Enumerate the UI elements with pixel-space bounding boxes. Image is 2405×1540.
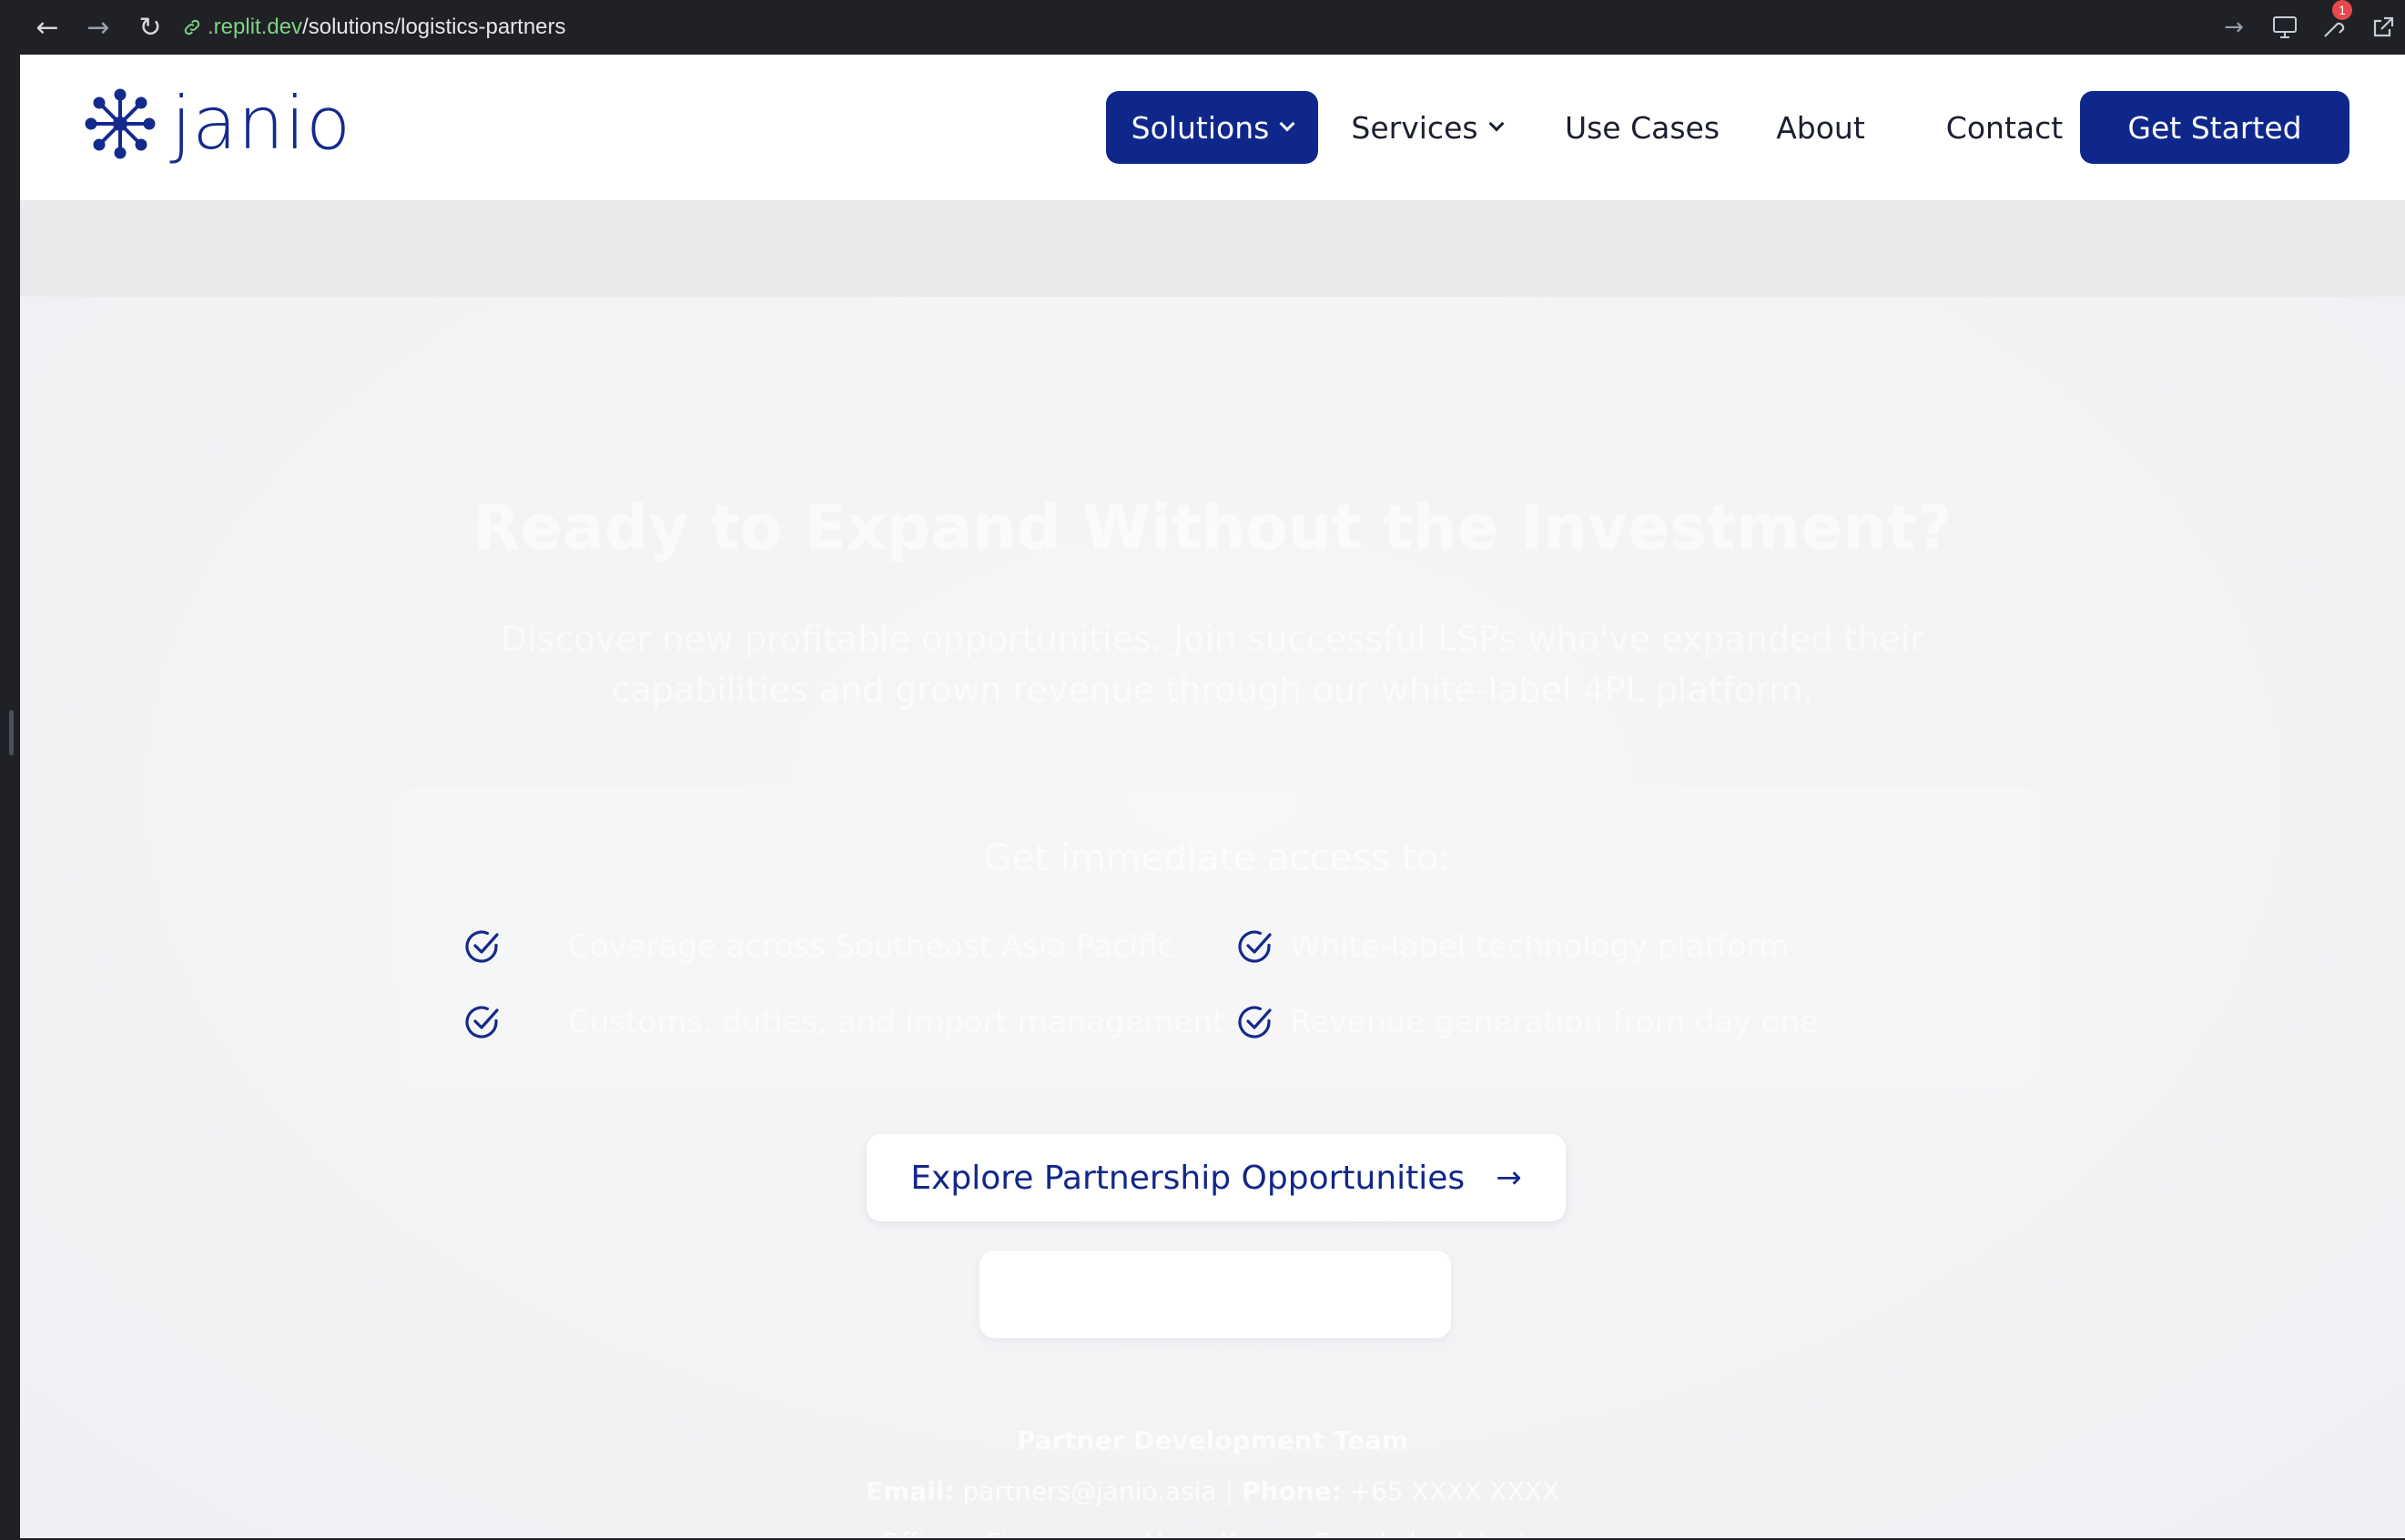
explore-button-label: Explore Partnership Opportunities bbox=[910, 1159, 1466, 1197]
browser-toolbar: ← → ↻ .replit.dev/solutions/logistics-pa… bbox=[0, 0, 2405, 55]
url-path: /solutions/logistics-partners bbox=[302, 15, 566, 39]
link-icon bbox=[184, 19, 200, 35]
forward-icon[interactable]: → bbox=[78, 7, 118, 47]
contact-line: Email: partners@janio.asia | Phone: +65 … bbox=[20, 1476, 2405, 1506]
nav-services-label: Services bbox=[1351, 109, 1478, 146]
nav-about[interactable]: About bbox=[1757, 91, 1884, 164]
secondary-button[interactable] bbox=[979, 1251, 1451, 1338]
check-circle-icon bbox=[1238, 930, 1272, 963]
feature-item: Coverage across Southeast Asia Pacific bbox=[462, 924, 1174, 969]
feature-item: Customs, duties, and import management bbox=[462, 999, 1224, 1045]
logo-burst-icon bbox=[85, 88, 156, 159]
feature-text: White-label technology platform bbox=[1290, 928, 1790, 965]
check-circle-icon bbox=[1238, 1006, 1272, 1038]
chevron-down-icon bbox=[1279, 116, 1295, 132]
feature-text: Customs, duties, and import management bbox=[568, 1004, 1225, 1040]
offices-line: Offices: Singapore • Hong Kong • Bangkok… bbox=[20, 1527, 2405, 1538]
nav-services[interactable]: Services bbox=[1331, 91, 1522, 164]
site-header: janio Solutions Services Use Cases About… bbox=[20, 55, 2405, 200]
check-circle-icon bbox=[465, 1006, 499, 1038]
feature-item: White-label technology platform bbox=[1235, 924, 1789, 969]
access-title: Get immediate access to: bbox=[983, 837, 1451, 879]
email-label: Email: bbox=[866, 1476, 955, 1506]
partner-contact: Partner Development Team Email: partners… bbox=[20, 1425, 2405, 1538]
go-arrow-icon[interactable]: → bbox=[2214, 7, 2254, 47]
page-viewport: janio Solutions Services Use Cases About… bbox=[20, 55, 2405, 1538]
section-band bbox=[20, 200, 2405, 297]
cta-section: Ready to Expand Without the Investment? … bbox=[20, 297, 2405, 1538]
phone-label: Phone: bbox=[1241, 1476, 1342, 1506]
sidebar-edge bbox=[0, 55, 20, 1540]
device-preview-icon[interactable] bbox=[2265, 7, 2305, 47]
logo-wordmark: janio bbox=[171, 81, 352, 166]
check-circle-icon bbox=[465, 930, 499, 963]
back-icon[interactable]: ← bbox=[27, 7, 67, 47]
open-external-icon[interactable] bbox=[2363, 7, 2403, 47]
feature-text: Coverage across Southeast Asia Pacific bbox=[568, 928, 1175, 965]
nav-solutions[interactable]: Solutions bbox=[1106, 91, 1318, 164]
janio-logo[interactable]: janio bbox=[84, 87, 351, 160]
feature-text: Revenue generation from day one bbox=[1290, 1004, 1820, 1040]
contact-separator: | bbox=[1224, 1476, 1234, 1506]
cta-title: Ready to Expand Without the Investment? bbox=[472, 492, 1953, 564]
arrow-right-icon: → bbox=[1496, 1160, 1522, 1196]
url-host: .replit.dev bbox=[208, 15, 303, 39]
get-started-button[interactable]: Get Started bbox=[2080, 91, 2349, 164]
feature-item: Revenue generation from day one bbox=[1235, 999, 1819, 1045]
notification-badge: 1 bbox=[2332, 0, 2352, 20]
access-card: Get immediate access to: Coverage across… bbox=[393, 788, 2041, 1089]
phone-link[interactable]: +65 XXXX XXXX bbox=[1350, 1476, 1559, 1506]
resize-handle[interactable] bbox=[9, 710, 14, 755]
reload-icon[interactable]: ↻ bbox=[130, 7, 170, 47]
address-bar[interactable]: .replit.dev/solutions/logistics-partners bbox=[182, 7, 566, 47]
chevron-down-icon bbox=[1488, 116, 1505, 132]
nav-use-cases[interactable]: Use Cases bbox=[1542, 91, 1742, 164]
nav-solutions-label: Solutions bbox=[1131, 109, 1270, 146]
nav-contact[interactable]: Contact bbox=[1913, 91, 2095, 164]
cta-subtitle: Discover new profitable opportunities. J… bbox=[500, 619, 1925, 710]
explore-partnership-button[interactable]: Explore Partnership Opportunities → bbox=[867, 1134, 1566, 1221]
team-name: Partner Development Team bbox=[1016, 1425, 1409, 1455]
email-link[interactable]: partners@janio.asia bbox=[963, 1476, 1217, 1506]
